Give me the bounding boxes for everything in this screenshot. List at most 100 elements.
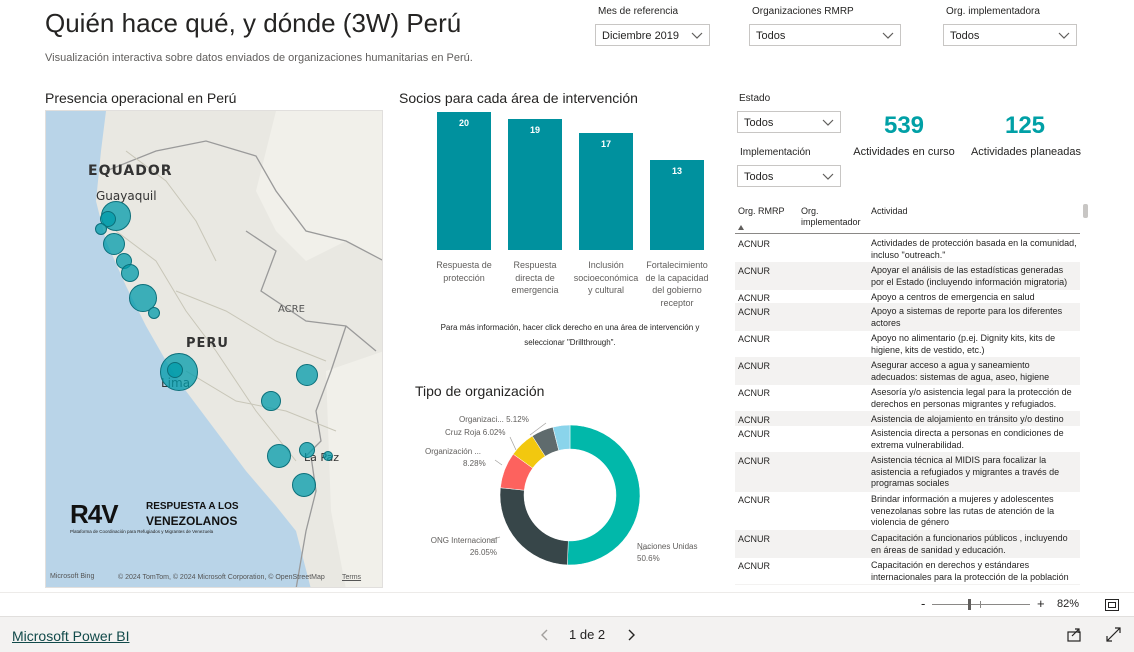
share-icon[interactable]	[1067, 627, 1082, 642]
implementacion-dropdown[interactable]: Todos	[737, 165, 841, 187]
cell-actividad: Brindar información a mujeres y adolesce…	[871, 494, 1055, 527]
col-header-rmrp[interactable]: Org. RMRP	[738, 206, 785, 216]
zoom-slider[interactable]	[932, 604, 1030, 605]
donut-slice[interactable]	[567, 424, 641, 566]
cell-org-rmrp: ACNUR	[738, 293, 771, 303]
prev-page-icon[interactable]	[540, 629, 550, 641]
chevron-down-icon	[822, 173, 834, 180]
bing-logo: Microsoft Bing	[50, 573, 95, 580]
cell-actividad: Capacitación a funcionarios públicos , i…	[871, 533, 1068, 555]
rmrp-value: Todos	[756, 30, 786, 42]
map-bubble[interactable]	[148, 307, 160, 319]
table-row[interactable]: ACNUR Apoyar el análisis de las estadísti…	[735, 263, 1080, 290]
cell-actividad: Apoyo a sistemas de reporte para los dif…	[871, 306, 1063, 328]
footer-bar	[0, 616, 1134, 652]
page-indicator: 1 de 2	[569, 627, 606, 642]
bar-chart-title: Socios para cada área de intervención	[399, 90, 638, 106]
table-row[interactable]: ACNUR Capacitación en derechos y estándar…	[735, 558, 1080, 585]
map-bubble[interactable]	[296, 364, 318, 386]
estado-label: Estado	[739, 93, 771, 104]
table-row[interactable]: ACNUR Asegurar acceso a agua y saneamient…	[735, 358, 1080, 385]
cell-org-rmrp: ACNUR	[738, 495, 771, 505]
table-row[interactable]: ACNUR Asistencia de alojamiento en tránsi…	[735, 412, 1080, 426]
bar-value-label: 13	[671, 166, 682, 177]
donut-label-orgz: Organizaci... 5.12%	[459, 415, 529, 424]
bar-value-label: 20	[458, 118, 469, 128]
activities-table[interactable]: Org. RMRP Org. implementador Actividad A…	[735, 200, 1080, 588]
map-bubble[interactable]	[261, 391, 281, 411]
cell-actividad: Asistencia directa a personas en condici…	[871, 428, 1064, 450]
table-row[interactable]: ACNUR Apoyo a centros de emergencia en sa…	[735, 290, 1080, 304]
mes-value: Diciembre 2019	[602, 30, 680, 42]
donut-label-nu: Naciones Unidas 50.6%	[637, 542, 697, 563]
map-title: Presencia operacional en Perú	[45, 90, 237, 106]
col-header-impl[interactable]: Org. implementador	[801, 206, 871, 228]
zoom-out-button[interactable]: -	[921, 596, 925, 611]
donut-label-ong: ONG Internacional 26.05%	[425, 536, 497, 557]
cell-org-rmrp: ACNUR	[738, 534, 771, 544]
cell-actividad: Asegurar acceso a agua y saneamiento ade…	[871, 360, 1050, 382]
fit-to-page-icon[interactable]	[1105, 599, 1119, 611]
cell-actividad: Actividades de protección basada en la c…	[871, 238, 1077, 260]
chevron-down-icon	[822, 119, 834, 126]
mes-dropdown[interactable]: Diciembre 2019	[595, 24, 710, 46]
col-header-actividad[interactable]: Actividad	[871, 206, 908, 216]
bar[interactable]	[437, 112, 491, 250]
map-bubble[interactable]	[292, 473, 316, 497]
powerbi-link[interactable]: Microsoft Power BI	[12, 628, 129, 644]
map-terms-link[interactable]: Terms	[342, 574, 361, 581]
map-bubble[interactable]	[267, 444, 291, 468]
kpi-planeadas-label: Actividades planeadas	[970, 146, 1082, 158]
impl-dropdown[interactable]: Todos	[943, 24, 1077, 46]
donut-label-nu-pct: 50.6%	[637, 554, 660, 563]
donut-label-ong-pct: 26.05%	[469, 548, 497, 557]
cell-org-rmrp: ACNUR	[738, 388, 771, 398]
impl-label: Org. implementadora	[946, 6, 1040, 17]
map-bubble[interactable]	[299, 442, 315, 458]
table-row[interactable]: ACNUR Capacitación a funcionarios público…	[735, 531, 1080, 558]
table-row[interactable]: ACNUR Brindar información a mujeres y ado…	[735, 492, 1080, 531]
impl-value: Todos	[950, 30, 980, 42]
table-row[interactable]: ACNUR Asistencia directa a personas en co…	[735, 426, 1080, 453]
map-bubble[interactable]	[167, 362, 183, 378]
cell-actividad: Apoyo no alimentario (p.ej. Dignity kits…	[871, 333, 1056, 355]
table-row[interactable]: ACNUR Apoyo a sistemas de reporte para lo…	[735, 304, 1080, 331]
bar-chart[interactable]: 20 Respuesta de protección 19 Respuesta dir…	[420, 110, 720, 310]
operational-map[interactable]: EQUADOR Guayaquil ACRE PERU Lima La Paz …	[45, 110, 383, 588]
table-scrollbar[interactable]	[1083, 204, 1088, 218]
estado-dropdown[interactable]: Todos	[737, 111, 841, 133]
table-row[interactable]: ACNUR Asesoría y/o asistencia legal para …	[735, 385, 1080, 412]
cell-actividad: Apoyar el análisis de las estadísticas g…	[871, 265, 1068, 287]
donut-label-ong-name: ONG Internacional	[430, 536, 497, 545]
table-row[interactable]: ACNUR Apoyo no alimentario (p.ej. Dignity…	[735, 331, 1080, 358]
map-bubble[interactable]	[103, 233, 125, 255]
bar[interactable]	[508, 118, 562, 250]
bar-category-label: Respuesta de protección	[436, 260, 492, 283]
donut-label-org-pct: 8.28%	[463, 459, 486, 468]
donut-slice[interactable]	[499, 487, 569, 566]
map-bubble[interactable]	[95, 223, 107, 235]
table-row[interactable]: ACNUR Asistencia técnica al MIDIS para fo…	[735, 453, 1080, 492]
zoom-level: 82%	[1057, 598, 1080, 610]
next-page-icon[interactable]	[626, 629, 636, 641]
map-bubble[interactable]	[121, 264, 139, 282]
table-row[interactable]: ACNUR Actividades de protección basada en…	[735, 236, 1080, 263]
cell-org-rmrp: ACNUR	[738, 266, 771, 276]
donut-label-org: Organización ... 8.28%	[425, 447, 487, 468]
map-label-peru: PERU	[186, 336, 229, 351]
rmrp-dropdown[interactable]: Todos	[749, 24, 901, 46]
cell-org-rmrp: ACNUR	[738, 334, 771, 344]
chevron-down-icon	[691, 32, 703, 39]
zoom-slider-handle[interactable]	[968, 599, 971, 610]
cell-org-rmrp: ACNUR	[738, 239, 771, 249]
zoom-bar: - + 82%	[0, 592, 1134, 616]
cell-actividad: Capacitación en derechos y estándares in…	[871, 560, 1069, 582]
bar[interactable]	[579, 132, 633, 250]
map-label-guayaquil: Guayaquil	[96, 189, 157, 203]
map-label-ecuador: EQUADOR	[88, 163, 173, 179]
fullscreen-icon[interactable]	[1106, 627, 1121, 642]
zoom-in-button[interactable]: +	[1037, 596, 1045, 611]
donut-title: Tipo de organización	[415, 383, 545, 399]
donut-label-nu-name: Naciones Unidas	[637, 542, 698, 551]
map-bubble[interactable]	[323, 451, 333, 461]
